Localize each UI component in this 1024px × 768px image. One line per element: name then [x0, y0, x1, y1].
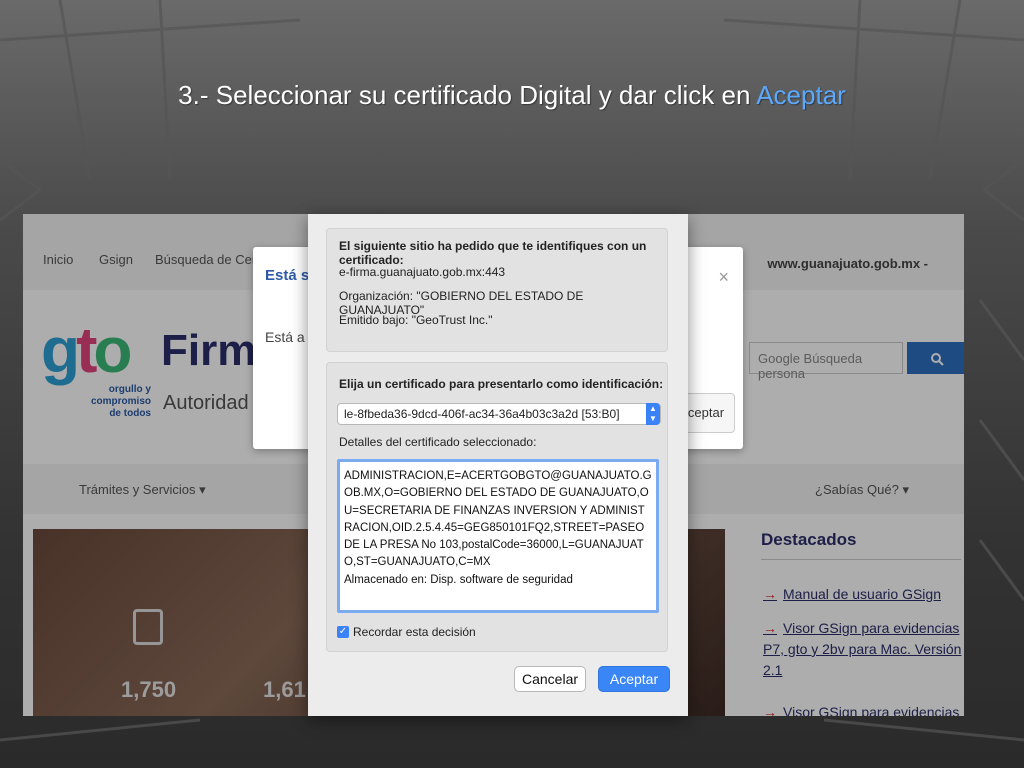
request-issuer: Emitido bajo: "GeoTrust Inc."	[339, 313, 493, 327]
remember-checkbox[interactable]: ✓	[337, 626, 349, 638]
request-site: e-firma.guanajuato.gob.mx:443	[339, 265, 506, 279]
certificate-selection-sheet: El siguiente sitio ha pedido que te iden…	[308, 214, 688, 716]
details-label: Detalles del certificado seleccionado:	[339, 435, 537, 449]
accept-button[interactable]: Aceptar	[598, 666, 670, 692]
certificate-select[interactable]: le-8fbeda36-9dcd-406f-ac34-36a4b03c3a2d …	[337, 403, 661, 425]
slide-title-accent: Aceptar	[756, 80, 846, 110]
cancel-button[interactable]: Cancelar	[514, 666, 586, 692]
certificate-select-value: le-8fbeda36-9dcd-406f-ac34-36a4b03c3a2d …	[344, 407, 620, 421]
choose-heading: Elija un certificado para presentarlo co…	[339, 377, 664, 391]
certificate-choice-panel: Elija un certificado para presentarlo co…	[326, 362, 668, 652]
slide-title-text: 3.- Seleccionar su certificado Digital y…	[178, 80, 757, 110]
chevron-updown-icon: ▲ ▼	[646, 403, 660, 425]
remember-label: Recordar esta decisión	[353, 625, 476, 639]
slide-title: 3.- Seleccionar su certificado Digital y…	[0, 80, 1024, 111]
certificate-details-textarea[interactable]: ADMINISTRACION,E=ACERTGOBGTO@GUANAJUATO.…	[337, 459, 659, 613]
close-icon[interactable]: ×	[718, 267, 729, 288]
request-heading: El siguiente sitio ha pedido que te iden…	[339, 239, 647, 267]
request-info-panel: El siguiente sitio ha pedido que te iden…	[326, 228, 668, 352]
